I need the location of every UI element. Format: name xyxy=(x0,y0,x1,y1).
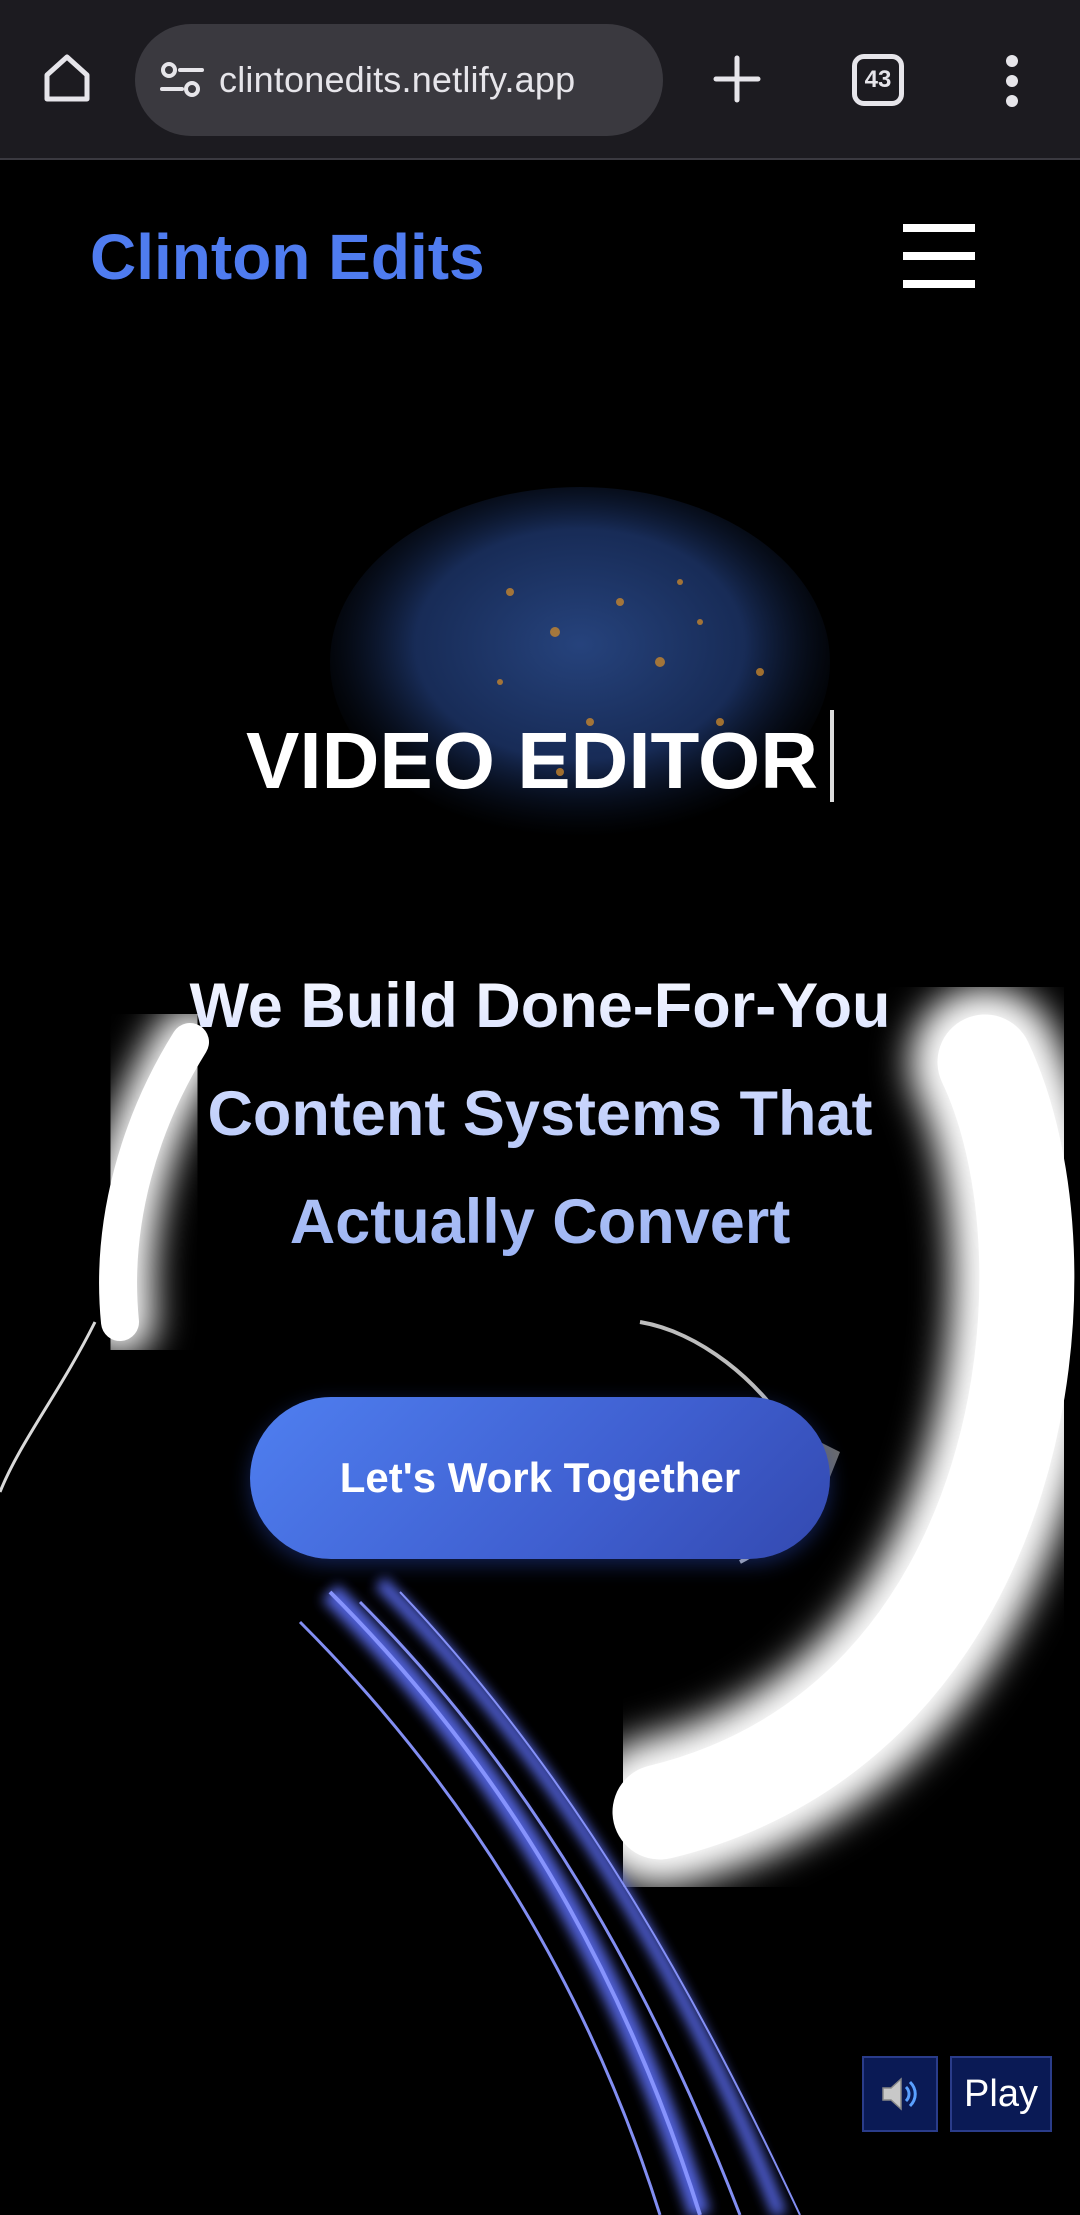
address-bar[interactable]: clintonedits.netlify.app xyxy=(135,24,663,136)
site-info-button[interactable] xyxy=(157,55,207,105)
new-tab-button[interactable] xyxy=(706,48,768,110)
speaker-icon xyxy=(882,2077,917,2111)
tab-switcher-button[interactable]: 43 xyxy=(852,54,904,106)
browser-menu-button[interactable] xyxy=(990,52,1034,110)
site-info-icon xyxy=(160,62,204,97)
home-icon xyxy=(44,54,90,102)
browser-toolbar: clintonedits.netlify.app 43 xyxy=(0,0,1080,160)
play-button[interactable]: Play xyxy=(950,2056,1052,2132)
home-button[interactable] xyxy=(38,48,96,106)
url-text[interactable]: clintonedits.netlify.app xyxy=(219,59,575,101)
lets-work-together-button[interactable]: Let's Work Together xyxy=(250,1397,830,1559)
hero-tagline: We Build Done-For-You Content Systems Th… xyxy=(140,952,940,1276)
tab-count: 43 xyxy=(864,66,892,93)
hamburger-menu-button[interactable] xyxy=(903,224,975,288)
hamburger-icon-bar-middle xyxy=(903,252,975,260)
plus-icon xyxy=(713,55,761,103)
sound-toggle-button[interactable] xyxy=(862,2056,938,2132)
hero-title-text: VIDEO EDITOR xyxy=(246,716,818,805)
typing-cursor xyxy=(829,710,834,802)
web-page: Clinton Edits VIDEO EDITOR We Build Done… xyxy=(0,162,1080,2215)
brand-logo[interactable]: Clinton Edits xyxy=(90,220,485,294)
hamburger-icon-bar-bottom xyxy=(903,280,975,288)
more-vert-icon xyxy=(1006,55,1018,107)
hero-title: VIDEO EDITOR xyxy=(0,710,1080,807)
hamburger-icon-bar-top xyxy=(903,224,975,232)
